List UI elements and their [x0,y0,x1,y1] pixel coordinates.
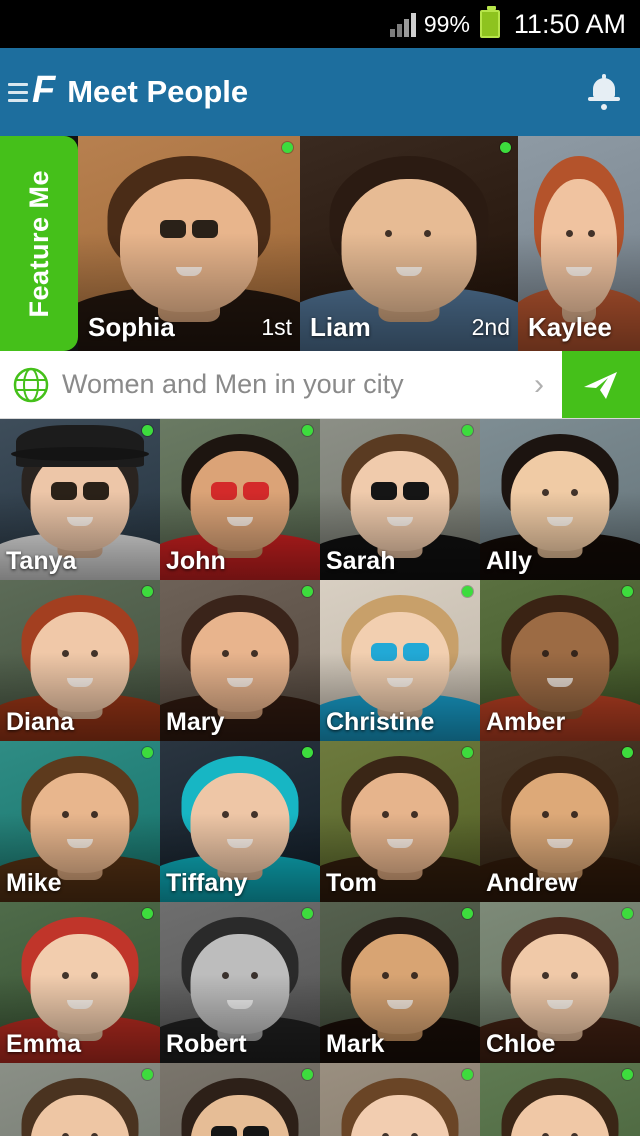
featured-card-name: Sophia [88,312,175,342]
person-tile-name: John [166,547,226,575]
online-status-dot [462,425,473,436]
person-tile[interactable]: Diana [0,580,160,741]
online-status-dot [142,1069,153,1080]
person-tile-name: Tiffany [166,869,248,897]
portrait-photo [0,1063,160,1136]
person-tile[interactable] [480,1063,640,1136]
status-bar: 99% 11:50 AM [0,0,640,48]
online-status-dot [622,747,633,758]
bell-icon[interactable] [586,74,622,110]
status-clock: 11:50 AM [513,8,626,39]
person-tile-name: Mike [6,869,62,897]
person-tile-name: Emma [6,1030,82,1058]
person-tile[interactable]: Mark [320,902,480,1063]
online-status-dot [462,908,473,919]
featured-card-name: Kaylee [528,312,612,342]
featured-card-name: Liam [310,312,371,342]
person-tile-name: Chloe [486,1030,556,1058]
people-grid: Tanya John Sarah Ally Diana Mary Christine Ambe… [0,419,640,1136]
online-status-dot [302,1069,313,1080]
globe-icon [0,351,62,418]
featured-strip: Feature Me Sophia 1st Liam 2nd Kaylee [0,136,640,351]
person-tile[interactable]: Mike [0,741,160,902]
online-status-dot [500,142,511,153]
filter-bar[interactable]: Women and Men in your city › [0,351,640,419]
person-tile[interactable]: Mary [160,580,320,741]
online-status-dot [142,908,153,919]
person-tile-name: Tom [326,869,377,897]
person-tile-name: Amber [486,708,566,736]
person-tile[interactable]: Amber [480,580,640,741]
battery-percent: 99% [423,10,470,37]
featured-card[interactable]: Sophia 1st [78,136,300,351]
featured-card-rank: 2nd [471,314,510,340]
online-status-dot [142,425,153,436]
online-status-dot [302,425,313,436]
person-tile[interactable]: Tanya [0,419,160,580]
person-tile-name: Mark [326,1030,385,1058]
portrait-photo [160,1063,320,1136]
featured-card[interactable]: Liam 2nd [300,136,518,351]
portrait-photo [320,1063,480,1136]
paper-plane-icon[interactable] [562,351,640,418]
feature-me-label: Feature Me [23,169,54,318]
filter-label: Women and Men in your city [62,369,404,399]
person-tile[interactable]: Christine [320,580,480,741]
featured-card[interactable]: Kaylee [518,136,640,351]
online-status-dot [462,1069,473,1080]
person-tile[interactable]: Robert [160,902,320,1063]
portrait-photo [480,1063,640,1136]
person-tile[interactable]: Ally [480,419,640,580]
chevron-right-icon[interactable]: › [516,351,562,418]
online-status-dot [622,908,633,919]
person-tile[interactable]: Tom [320,741,480,902]
battery-icon [479,6,500,38]
person-tile[interactable]: Tiffany [160,741,320,902]
signal-bars-icon [389,11,416,37]
app-bar: F Meet People [0,48,640,136]
page-title: Meet People [67,74,249,109]
person-tile-name: Mary [166,708,225,736]
person-tile-name: Andrew [486,869,578,897]
person-tile[interactable]: John [160,419,320,580]
person-tile[interactable] [320,1063,480,1136]
online-status-dot [302,747,313,758]
feature-me-button[interactable]: Feature Me [0,136,78,351]
online-status-dot [302,908,313,919]
person-tile-name: Ally [486,547,532,575]
featured-card-rank: 1st [261,314,292,340]
person-tile[interactable]: Andrew [480,741,640,902]
app-logo: F [32,69,55,111]
person-tile-name: Robert [166,1030,247,1058]
online-status-dot [462,586,473,597]
person-tile-name: Diana [6,708,75,736]
person-tile[interactable]: Sarah [320,419,480,580]
person-tile[interactable]: Chloe [480,902,640,1063]
person-tile[interactable] [0,1063,160,1136]
hamburger-menu-icon[interactable] [8,82,28,102]
person-tile-name: Tanya [6,547,77,575]
online-status-dot [282,142,293,153]
person-tile-name: Sarah [326,547,396,575]
person-tile[interactable]: Emma [0,902,160,1063]
online-status-dot [462,747,473,758]
online-status-dot [142,747,153,758]
online-status-dot [302,586,313,597]
person-tile-name: Christine [326,708,435,736]
online-status-dot [142,586,153,597]
person-tile[interactable] [160,1063,320,1136]
online-status-dot [622,1069,633,1080]
online-status-dot [622,586,633,597]
